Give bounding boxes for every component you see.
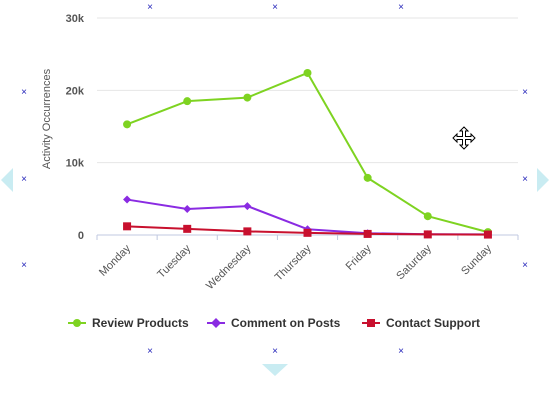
legend-label: Review Products: [92, 316, 189, 330]
resize-handle-right-lower[interactable]: ×: [519, 260, 531, 272]
x-tick-label: Saturday: [394, 242, 434, 282]
y-tick-label: 0: [78, 230, 84, 242]
resize-handle-top-right[interactable]: ×: [395, 2, 407, 14]
data-point: [183, 97, 192, 106]
data-point: [303, 228, 312, 237]
data-point: [363, 173, 372, 182]
resize-handle-top-center[interactable]: ×: [269, 2, 281, 14]
resize-handle-left-middle[interactable]: ×: [18, 174, 30, 186]
data-point: [423, 212, 432, 221]
x-tick-label: Sunday: [459, 242, 494, 277]
y-tick-label: 20k: [66, 85, 85, 97]
resize-handle-bottom-right[interactable]: ×: [395, 346, 407, 358]
data-point: [123, 195, 132, 204]
legend-square-marker-icon: [362, 319, 380, 327]
legend-circle-marker-icon: [68, 319, 86, 327]
y-tick-label: 30k: [66, 13, 85, 25]
y-axis-title: Activity Occurrences: [41, 68, 53, 169]
activity-line-chart: 0 10k 20k 30k Monday Tuesday Wednesday Thursday…: [41, 13, 519, 292]
legend-item-review-products[interactable]: Review Products: [68, 311, 189, 335]
data-point: [243, 227, 252, 236]
resize-handle-left-upper[interactable]: ×: [18, 87, 30, 99]
legend-item-contact-support[interactable]: Contact Support: [362, 311, 480, 335]
resize-handle-bottom-left[interactable]: ×: [144, 346, 156, 358]
x-tick-label: Wednesday: [204, 242, 254, 292]
data-point: [123, 222, 132, 231]
data-point: [183, 224, 192, 233]
data-point: [303, 68, 312, 77]
resize-handle-top-left[interactable]: ×: [144, 2, 156, 14]
data-point: [243, 93, 252, 102]
data-point: [123, 120, 132, 129]
y-tick-label: 10k: [66, 158, 85, 170]
data-point: [483, 230, 492, 239]
move-cursor-icon: [452, 126, 476, 150]
chart-legend: Review Products Comment on Posts Contact…: [0, 311, 550, 335]
data-point: [243, 202, 252, 211]
legend-item-comment-on-posts[interactable]: Comment on Posts: [207, 311, 340, 335]
legend-label: Contact Support: [386, 316, 480, 330]
chevron-left-icon[interactable]: [0, 168, 14, 192]
data-point: [183, 204, 192, 213]
resize-handle-left-lower[interactable]: ×: [18, 260, 30, 272]
resize-handle-right-middle[interactable]: ×: [519, 174, 531, 186]
legend-diamond-marker-icon: [207, 318, 225, 328]
x-tick-label: Tuesday: [155, 242, 193, 280]
x-tick-label: Friday: [344, 242, 374, 272]
legend-label: Comment on Posts: [231, 316, 341, 330]
resize-handle-bottom-center[interactable]: ×: [269, 346, 281, 358]
data-point: [363, 229, 372, 238]
resize-handle-right-upper[interactable]: ×: [519, 87, 531, 99]
chevron-right-icon[interactable]: [536, 168, 550, 192]
chart-widget: 0 10k 20k 30k Monday Tuesday Wednesday Thursday…: [0, 0, 550, 400]
x-tick-label: Monday: [97, 242, 134, 279]
data-point: [423, 230, 432, 239]
x-tick-label: Thursday: [273, 242, 314, 283]
chevron-down-icon[interactable]: [262, 363, 288, 377]
